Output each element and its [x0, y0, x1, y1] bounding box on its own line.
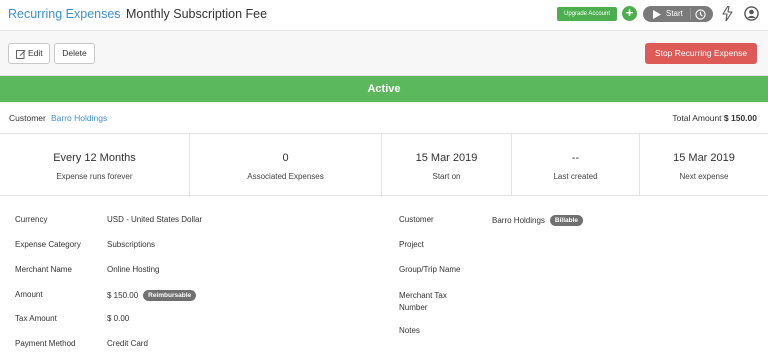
stat-label: Start on [432, 172, 461, 181]
detail-label-amount: Amount [15, 290, 43, 299]
breadcrumb-recurring-expenses-link[interactable]: Recurring Expenses [8, 7, 121, 21]
detail-value-payment-method: Credit Card [107, 339, 148, 348]
top-header: Recurring Expenses › Monthly Subscriptio… [0, 0, 768, 31]
stat-last-created: -- Last created [512, 134, 640, 196]
stat-value: -- [571, 152, 580, 164]
stat-frequency: Every 12 Months Expense runs forever [0, 134, 190, 196]
user-icon[interactable] [744, 6, 759, 21]
customer-summary-row: Customer Barro Holdings Total Amount $ 1… [0, 102, 768, 134]
stat-value: 15 Mar 2019 [673, 152, 735, 164]
action-toolbar: Edit Delete Stop Recurring Expense [0, 31, 768, 76]
stat-label: Next expense [679, 172, 729, 181]
detail-value-tax-amount: $ 0.00 [107, 314, 130, 323]
detail-label-project: Project [399, 240, 424, 249]
stat-start-on: 15 Mar 2019 Start on [382, 134, 512, 196]
status-banner: Active [0, 76, 768, 102]
reimbursable-badge: Reimbursable [143, 290, 197, 301]
edit-button[interactable]: Edit [8, 43, 50, 64]
detail-value-customer: Barro Holdings Billable [492, 215, 584, 226]
customer-label: Customer [9, 113, 46, 123]
edit-icon [16, 50, 26, 59]
detail-value-currency: USD - United States Dollar [107, 215, 203, 224]
timer-control: Start [643, 6, 713, 22]
detail-label-notes: Notes [399, 326, 420, 335]
detail-label-merchant-name: Merchant Name [15, 265, 72, 274]
detail-label-customer: Customer [399, 215, 434, 224]
total-amount-value: $ 150.00 [723, 113, 757, 123]
amount-value: $ 150.00 [107, 291, 139, 300]
timer-divider [690, 8, 691, 20]
stat-value: 15 Mar 2019 [415, 152, 478, 164]
stat-label: Expense runs forever [56, 172, 133, 181]
page-title: Monthly Subscription Fee [126, 7, 268, 21]
stat-value: 0 [282, 152, 289, 164]
stat-next-expense: 15 Mar 2019 Next expense [640, 134, 768, 196]
timer-start-button[interactable]: Start [643, 6, 690, 22]
billable-badge: Billable [549, 215, 584, 226]
detail-label-group-trip-name: Group/Trip Name [399, 265, 461, 274]
detail-value-amount: $ 150.00 Reimbursable [107, 290, 197, 301]
detail-label-merchant-tax-number: Merchant Tax Number [399, 291, 447, 312]
detail-value-merchant-name: Online Hosting [107, 265, 160, 274]
breadcrumb-separator: › [114, 8, 118, 19]
edit-button-label: Edit [28, 48, 43, 58]
clock-icon[interactable] [695, 9, 706, 20]
stat-label: Last created [553, 172, 598, 181]
detail-label-expense-category: Expense Category [15, 240, 81, 249]
detail-label-currency: Currency [15, 215, 48, 224]
detail-value-expense-category: Subscriptions [107, 240, 156, 249]
play-icon [653, 10, 661, 19]
delete-button[interactable]: Delete [54, 43, 95, 64]
detail-label-tax-amount: Tax Amount [15, 314, 57, 323]
bolt-icon[interactable] [722, 6, 733, 21]
stop-recurring-expense-button[interactable]: Stop Recurring Expense [645, 43, 757, 64]
customer-link[interactable]: Barro Holdings [51, 113, 107, 123]
timer-start-label: Start [666, 9, 683, 18]
detail-label-payment-method: Payment Method [15, 339, 76, 348]
add-new-button[interactable]: + [622, 6, 637, 21]
upgrade-account-button[interactable]: Upgrade Account [557, 7, 617, 21]
customer-value: Barro Holdings [492, 216, 545, 225]
stat-associated-expenses: 0 Associated Expenses [190, 134, 382, 196]
stat-label: Associated Expenses [247, 172, 324, 181]
total-amount: Total Amount $ 150.00 [672, 113, 757, 123]
total-amount-label: Total Amount [672, 113, 722, 123]
stat-value: Every 12 Months [53, 152, 136, 164]
stats-row: Every 12 Months Expense runs forever 0 A… [0, 134, 768, 196]
